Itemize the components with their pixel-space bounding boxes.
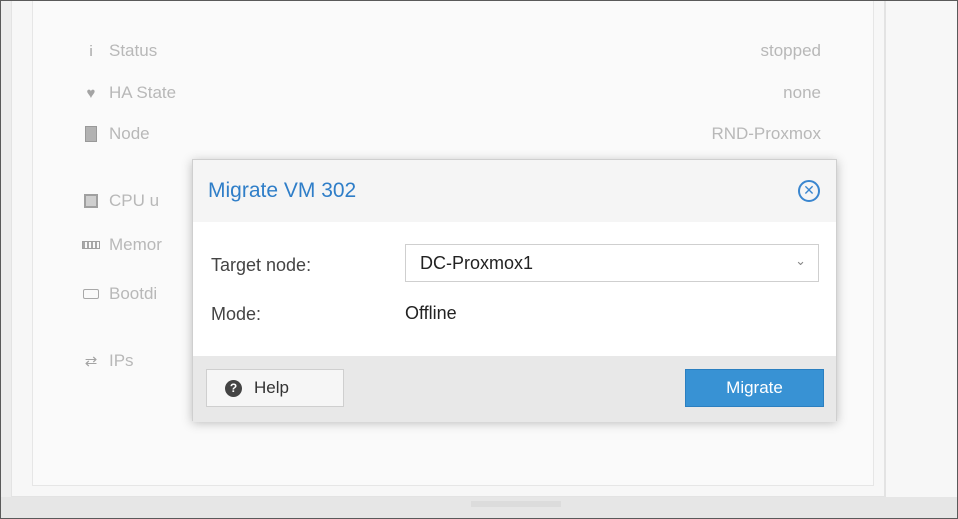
target-node-select[interactable]: DC-Proxmox1 ⌄: [405, 244, 819, 282]
status-value: stopped: [760, 41, 822, 60]
migrate-button[interactable]: Migrate: [685, 369, 824, 407]
question-icon: ?: [225, 379, 242, 397]
memory-icon: [81, 236, 101, 254]
status-row: i Status stopped: [81, 38, 821, 64]
right-panel: [885, 1, 957, 497]
cpu-icon: [81, 192, 101, 210]
migrate-dialog: Migrate VM 302 ✕ Target node: DC-Proxmox…: [192, 159, 837, 422]
info-icon: i: [89, 42, 93, 60]
disk-icon: [81, 285, 101, 303]
bottom-bar: [1, 497, 957, 518]
ha-state-value: none: [783, 83, 821, 102]
migrate-label: Migrate: [726, 378, 783, 397]
viewport: i Status stopped ♥ HA State none Node RN…: [0, 0, 958, 519]
heartbeat-icon: ♥: [86, 84, 96, 102]
ha-state-row: ♥ HA State none: [81, 80, 821, 106]
bootdisk-label: Bootdi: [109, 284, 158, 303]
dialog-body: Target node: DC-Proxmox1 ⌄ Mode: Offline: [193, 222, 836, 356]
ha-state-label: HA State: [109, 83, 177, 102]
node-row: Node RND-Proxmox: [81, 121, 821, 147]
server-icon: [81, 125, 101, 143]
cpu-label: CPU u: [109, 191, 160, 210]
dialog-header: Migrate VM 302 ✕: [193, 160, 836, 222]
target-node-label: Target node:: [211, 255, 312, 275]
status-label: Status: [109, 41, 158, 60]
help-button[interactable]: ? Help: [206, 369, 344, 407]
memory-label: Memor: [109, 235, 162, 254]
chevron-down-icon[interactable]: ⌄: [795, 254, 806, 269]
network-icon: ⇄: [84, 353, 98, 370]
node-label: Node: [109, 124, 150, 143]
mode-label: Mode:: [211, 304, 262, 324]
dialog-title: Migrate VM 302: [208, 179, 357, 202]
help-label: Help: [254, 378, 289, 397]
mode-value: Offline: [405, 303, 457, 323]
dialog-footer: ? Help Migrate: [193, 356, 836, 422]
target-node-value: DC-Proxmox1: [420, 252, 534, 273]
ips-label: IPs: [109, 351, 134, 370]
close-icon[interactable]: ✕: [798, 180, 820, 202]
bottom-tab: [471, 501, 561, 507]
node-value: RND-Proxmox: [711, 124, 821, 143]
